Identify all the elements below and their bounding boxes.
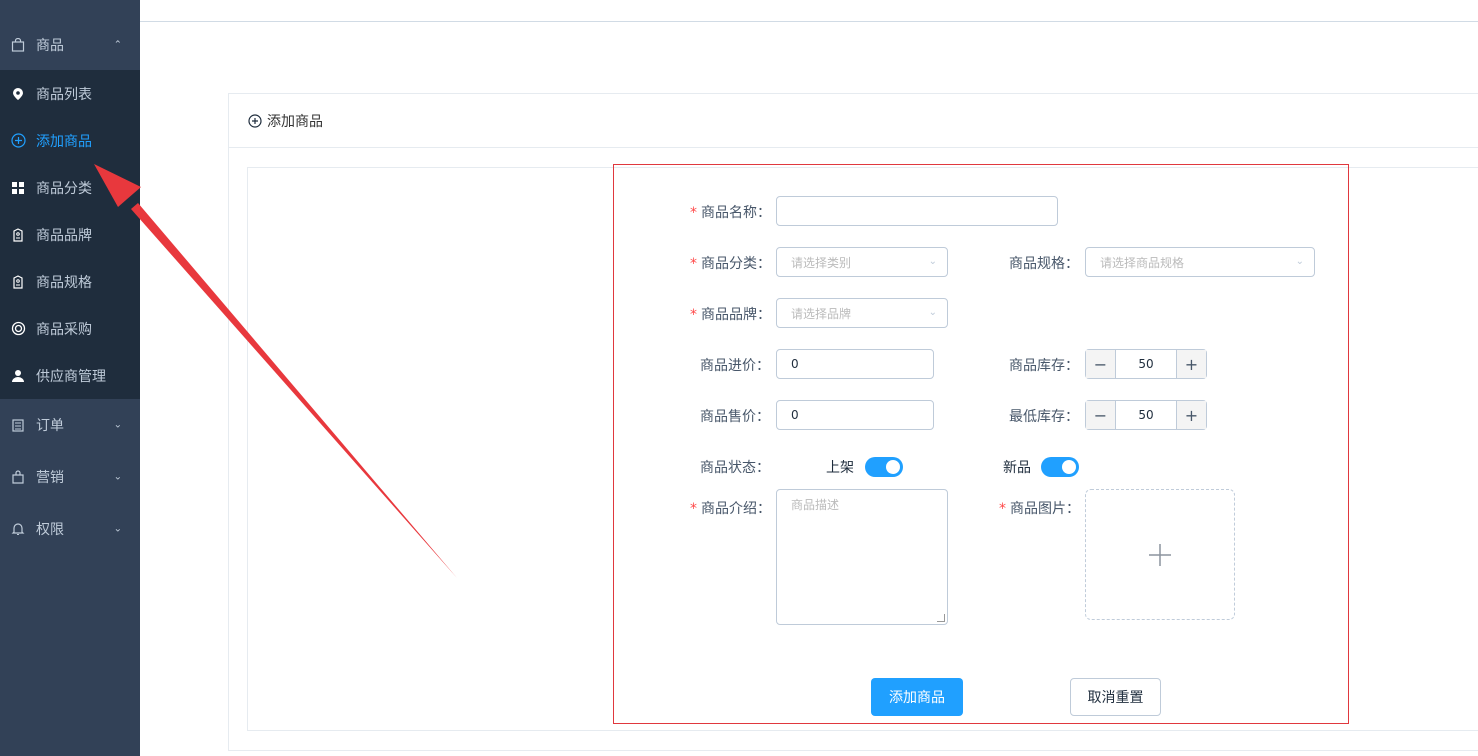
card-title: 添加商品 <box>267 111 323 131</box>
image-upload[interactable] <box>1085 489 1235 620</box>
menu-group-marketing-label: 营销 <box>36 467 64 487</box>
sidebar-item-label: 添加商品 <box>36 131 92 151</box>
on-shelf-switch[interactable] <box>865 457 903 477</box>
sidebar-item-add-goods[interactable]: 添加商品 <box>0 117 140 164</box>
min-stock-decrease-button[interactable]: − <box>1086 401 1116 429</box>
goods-brand-select[interactable]: 请选择品牌 ⌄ <box>776 298 948 328</box>
bag-icon <box>10 37 26 53</box>
goods-name-input[interactable] <box>776 196 1058 226</box>
min-stock-value[interactable]: 50 <box>1116 401 1176 429</box>
on-shelf-label: 上架 <box>826 457 854 477</box>
menu-group-orders[interactable]: 订单 ⌄ <box>0 399 140 451</box>
reset-button[interactable]: 取消重置 <box>1070 678 1161 716</box>
plus-icon <box>1148 543 1172 567</box>
goods-name-label: *商品名称： <box>690 202 771 222</box>
goods-category-label: *商品分类： <box>690 253 771 273</box>
sidebar-item-label: 商品列表 <box>36 84 92 104</box>
chevron-down-icon: ⌄ <box>114 472 122 483</box>
menu-group-orders-label: 订单 <box>36 415 64 435</box>
submenu-goods: 商品列表 添加商品 商品分类 商品品牌 商品规格 <box>0 70 140 399</box>
chevron-down-icon: ⌄ <box>1296 256 1304 267</box>
desc-textarea[interactable]: 商品描述 <box>776 489 948 625</box>
tag-icon <box>10 274 26 290</box>
switch-knob <box>886 460 900 474</box>
stock-stepper[interactable]: − 50 + <box>1085 349 1207 379</box>
sidebar-item-goods-spec[interactable]: 商品规格 <box>0 258 140 305</box>
chevron-up-icon: ⌃ <box>114 40 122 51</box>
goods-category-select[interactable]: 请选择类别 ⌄ <box>776 247 948 277</box>
submit-button[interactable]: 添加商品 <box>871 678 963 716</box>
new-switch[interactable] <box>1041 457 1079 477</box>
menu-group-goods-label: 商品 <box>36 35 64 55</box>
switch-knob <box>1062 460 1076 474</box>
sale-price-label: 商品售价： <box>700 406 770 426</box>
chevron-down-icon: ⌄ <box>114 420 122 431</box>
purchase-price-label: 商品进价： <box>700 355 770 375</box>
menu-group-permissions-label: 权限 <box>36 519 64 539</box>
sidebar-item-label: 商品规格 <box>36 272 92 292</box>
bell-icon <box>10 521 26 537</box>
status-label: 商品状态： <box>700 457 770 477</box>
chevron-down-icon: ⌄ <box>929 307 937 318</box>
sidebar-item-label: 供应商管理 <box>36 366 106 386</box>
menu-group-permissions[interactable]: 权限 ⌄ <box>0 503 140 555</box>
new-label: 新品 <box>1003 457 1031 477</box>
top-bar <box>140 0 1478 22</box>
card-header: 添加商品 <box>229 94 1478 148</box>
clipboard-icon <box>10 417 26 433</box>
sidebar-item-label: 商品采购 <box>36 319 92 339</box>
user-icon <box>10 368 26 384</box>
sidebar-item-label: 商品品牌 <box>36 225 92 245</box>
resize-handle-icon[interactable] <box>937 614 945 622</box>
chevron-down-icon: ⌄ <box>114 524 122 535</box>
stock-decrease-button[interactable]: − <box>1086 350 1116 378</box>
location-icon <box>10 86 26 102</box>
sidebar: 商品 ⌃ 商品列表 添加商品 商品分类 商品品牌 <box>0 0 140 756</box>
desc-label: *商品介绍： <box>690 498 771 518</box>
min-stock-stepper[interactable]: − 50 + <box>1085 400 1207 430</box>
sidebar-item-goods-list[interactable]: 商品列表 <box>0 70 140 117</box>
tag-icon <box>10 227 26 243</box>
goods-spec-select[interactable]: 请选择商品规格 ⌄ <box>1085 247 1315 277</box>
menu-group-marketing[interactable]: 营销 ⌄ <box>0 451 140 503</box>
goods-spec-label: 商品规格： <box>1009 253 1079 273</box>
purchase-price-input[interactable]: 0 <box>776 349 934 379</box>
plus-circle-icon <box>10 133 26 149</box>
stock-label: 商品库存： <box>1009 355 1079 375</box>
menu-group-goods[interactable]: 商品 ⌃ <box>0 0 140 70</box>
chevron-down-icon: ⌄ <box>929 256 937 267</box>
min-stock-label: 最低库存： <box>1009 406 1079 426</box>
sidebar-item-supplier[interactable]: 供应商管理 <box>0 352 140 399</box>
sidebar-item-goods-purchase[interactable]: 商品采购 <box>0 305 140 352</box>
plus-circle-icon <box>248 114 262 128</box>
sidebar-item-label: 商品分类 <box>36 178 92 198</box>
grid-icon <box>10 180 26 196</box>
image-label: *商品图片： <box>999 498 1080 518</box>
sale-price-input[interactable]: 0 <box>776 400 934 430</box>
sidebar-item-goods-category[interactable]: 商品分类 <box>0 164 140 211</box>
sidebar-item-goods-brand[interactable]: 商品品牌 <box>0 211 140 258</box>
stock-value[interactable]: 50 <box>1116 350 1176 378</box>
ring-icon <box>10 321 26 337</box>
share-bag-icon <box>10 469 26 485</box>
stock-increase-button[interactable]: + <box>1176 350 1206 378</box>
goods-brand-label: *商品品牌： <box>690 304 771 324</box>
min-stock-increase-button[interactable]: + <box>1176 401 1206 429</box>
